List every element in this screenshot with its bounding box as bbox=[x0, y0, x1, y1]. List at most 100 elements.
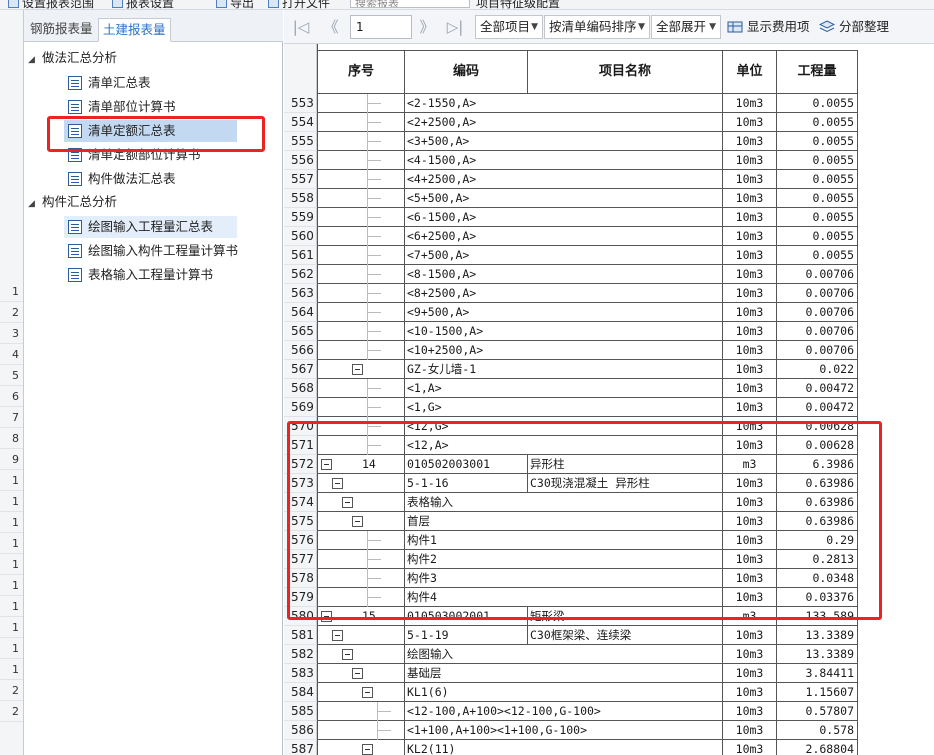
report-tree-item[interactable]: 清单汇总表 bbox=[64, 72, 157, 94]
cell-unit: 10m3 bbox=[723, 474, 777, 493]
table-row[interactable]: <8-1500,A> 10m3 0.00706 bbox=[318, 265, 858, 284]
report-tree-item[interactable]: 清单定额汇总表 bbox=[64, 120, 237, 142]
table-row[interactable]: 构件2 10m3 0.2813 bbox=[318, 550, 858, 569]
table-row[interactable]: <2+2500,A> 10m3 0.0055 bbox=[318, 113, 858, 132]
collapse-toggle-icon[interactable] bbox=[342, 649, 353, 660]
tab-civil-report[interactable]: 土建报表量 bbox=[98, 18, 171, 42]
collapse-triangle-icon[interactable]: ◢ bbox=[28, 50, 42, 70]
report-tree-item[interactable]: 绘图输入构件工程量计算书 bbox=[64, 240, 244, 262]
table-row[interactable]: <3+500,A> 10m3 0.0055 bbox=[318, 132, 858, 151]
table-row[interactable]: <12,G> 10m3 0.00628 bbox=[318, 417, 858, 436]
table-row[interactable]: 构件3 10m3 0.0348 bbox=[318, 569, 858, 588]
section-organize-button[interactable]: 分部整理 bbox=[819, 15, 889, 39]
table-row[interactable]: <1,G> 10m3 0.00472 bbox=[318, 398, 858, 417]
table-row[interactable]: <1+100,A+100><1+100,G-100> 10m3 0.578 bbox=[318, 721, 858, 740]
show-fee-items-button[interactable]: 显示费用项 bbox=[727, 15, 810, 39]
collapse-toggle-icon[interactable] bbox=[332, 478, 343, 489]
prev-page-button[interactable]: 《 bbox=[320, 16, 342, 38]
report-tree-item[interactable]: 清单部位计算书 bbox=[64, 96, 182, 118]
collapse-triangle-icon[interactable]: ◢ bbox=[28, 194, 42, 214]
cell-code: <10+2500,A> bbox=[405, 341, 723, 360]
table-row[interactable]: 表格输入 10m3 0.63986 bbox=[318, 493, 858, 512]
table-row[interactable]: <5+500,A> 10m3 0.0055 bbox=[318, 189, 858, 208]
collapse-toggle-icon[interactable] bbox=[342, 497, 353, 508]
table-row[interactable]: <10+2500,A> 10m3 0.00706 bbox=[318, 341, 858, 360]
table-row[interactable]: KL2(11) 10m3 2.68804 bbox=[318, 740, 858, 755]
report-tree-item[interactable]: 表格输入工程量计算书 bbox=[64, 264, 219, 286]
cell-unit: 10m3 bbox=[723, 132, 777, 151]
next-page-button[interactable]: 》 bbox=[416, 16, 438, 38]
table-row[interactable]: 15 010503002001 矩形梁 m3 133.589 bbox=[318, 607, 858, 626]
collapse-toggle-icon[interactable] bbox=[352, 516, 363, 527]
table-row[interactable]: 基础层 10m3 3.84411 bbox=[318, 664, 858, 683]
table-row[interactable]: 14 010502003001 异形柱 m3 6.3986 bbox=[318, 455, 858, 474]
table-row[interactable]: <10-1500,A> 10m3 0.00706 bbox=[318, 322, 858, 341]
cell-unit: 10m3 bbox=[723, 303, 777, 322]
table-row[interactable]: <12-100,A+100><12-100,G-100> 10m3 0.57807 bbox=[318, 702, 858, 721]
first-page-button[interactable]: |◁ bbox=[290, 16, 312, 38]
report-settings-button[interactable]: 报表设置 bbox=[126, 0, 174, 9]
table-row[interactable]: GZ-女儿墙-1 10m3 0.022 bbox=[318, 360, 858, 379]
report-tree-item[interactable]: 清单定额部位计算书 bbox=[64, 144, 207, 166]
expand-level-dropdown[interactable]: 全部展开 ▼ bbox=[651, 15, 721, 39]
table-row[interactable]: <8+2500,A> 10m3 0.00706 bbox=[318, 284, 858, 303]
cell-code: <12,G> bbox=[405, 417, 723, 436]
cell-qty: 0.00472 bbox=[777, 398, 858, 417]
table-row[interactable]: <6+2500,A> 10m3 0.0055 bbox=[318, 227, 858, 246]
cell-qty: 0.29 bbox=[777, 531, 858, 550]
cell-unit: m3 bbox=[723, 455, 777, 474]
table-row[interactable]: <4+2500,A> 10m3 0.0055 bbox=[318, 170, 858, 189]
left-strip-row: 1 bbox=[0, 281, 23, 302]
open-file-button[interactable]: 打开文件 bbox=[282, 0, 330, 9]
collapse-toggle-icon[interactable] bbox=[332, 630, 343, 641]
report-search-input[interactable]: 搜索报表 bbox=[350, 0, 470, 8]
last-page-button[interactable]: ▷| bbox=[444, 16, 466, 38]
collapse-toggle-icon[interactable] bbox=[352, 668, 363, 679]
table-row[interactable]: KL1(6) 10m3 1.15607 bbox=[318, 683, 858, 702]
cell-seq bbox=[318, 265, 405, 284]
set-report-range-button[interactable]: 设置报表范围 bbox=[22, 0, 94, 9]
collapse-toggle-icon[interactable] bbox=[362, 744, 373, 755]
report-tabs: 钢筋报表量 土建报表量 bbox=[24, 10, 283, 42]
cell-unit: 10m3 bbox=[723, 398, 777, 417]
report-tree-item[interactable]: 绘图输入工程量汇总表 bbox=[64, 216, 237, 238]
table-row[interactable]: <4-1500,A> 10m3 0.0055 bbox=[318, 151, 858, 170]
table-row[interactable]: <2-1550,A> 10m3 0.0055 bbox=[318, 94, 858, 113]
collapse-toggle-icon[interactable] bbox=[321, 459, 332, 470]
row-number: 569 bbox=[284, 398, 317, 417]
tab-rebar-report[interactable]: 钢筋报表量 bbox=[26, 18, 97, 42]
cell-code: <10-1500,A> bbox=[405, 322, 723, 341]
cell-seq bbox=[318, 474, 405, 493]
tree-group[interactable]: ◢ 做法汇总分析 bbox=[28, 48, 117, 68]
table-row[interactable]: <6-1500,A> 10m3 0.0055 bbox=[318, 208, 858, 227]
report-range-icon bbox=[8, 0, 19, 8]
row-number: 557 bbox=[284, 170, 317, 189]
tree-group[interactable]: ◢ 构件汇总分析 bbox=[28, 192, 117, 212]
report-tree-item[interactable]: 构件做法汇总表 bbox=[64, 168, 182, 190]
tree-connector-line bbox=[367, 445, 381, 446]
table-row[interactable]: 绘图输入 10m3 13.3389 bbox=[318, 645, 858, 664]
collapse-toggle-icon[interactable] bbox=[321, 611, 332, 622]
table-row[interactable]: <1,A> 10m3 0.00472 bbox=[318, 379, 858, 398]
table-row[interactable]: 构件4 10m3 0.03376 bbox=[318, 588, 858, 607]
project-filter-dropdown[interactable]: 全部项目 ▼ bbox=[475, 15, 543, 39]
collapse-toggle-icon[interactable] bbox=[352, 364, 363, 375]
table-row[interactable]: 5-1-19 C30框架梁、连续梁 10m3 13.3389 bbox=[318, 626, 858, 645]
table-row[interactable]: <7+500,A> 10m3 0.0055 bbox=[318, 246, 858, 265]
export-button[interactable]: 导出 bbox=[230, 0, 254, 9]
collapse-toggle-icon[interactable] bbox=[362, 687, 373, 698]
table-row[interactable]: 5-1-16 C30现浇混凝土 异形柱 10m3 0.63986 bbox=[318, 474, 858, 493]
cell-name: C30现浇混凝土 异形柱 bbox=[528, 474, 723, 493]
table-row[interactable]: <9+500,A> 10m3 0.00706 bbox=[318, 303, 858, 322]
cell-qty: 0.63986 bbox=[777, 512, 858, 531]
table-row[interactable]: <12,A> 10m3 0.00628 bbox=[318, 436, 858, 455]
cell-code: <1+100,A+100><1+100,G-100> bbox=[405, 721, 723, 740]
cell-code: 5-1-19 bbox=[405, 626, 528, 645]
table-row[interactable]: 首层 10m3 0.63986 bbox=[318, 512, 858, 531]
page-number-input[interactable]: 1 bbox=[350, 15, 412, 39]
cell-name: 矩形梁 bbox=[528, 607, 723, 626]
project-feature-config-button[interactable]: 项目特征级配置 bbox=[476, 0, 560, 9]
cell-seq bbox=[318, 702, 405, 721]
sort-order-dropdown[interactable]: 按清单编码排序 ▼ bbox=[544, 15, 650, 39]
table-row[interactable]: 构件1 10m3 0.29 bbox=[318, 531, 858, 550]
